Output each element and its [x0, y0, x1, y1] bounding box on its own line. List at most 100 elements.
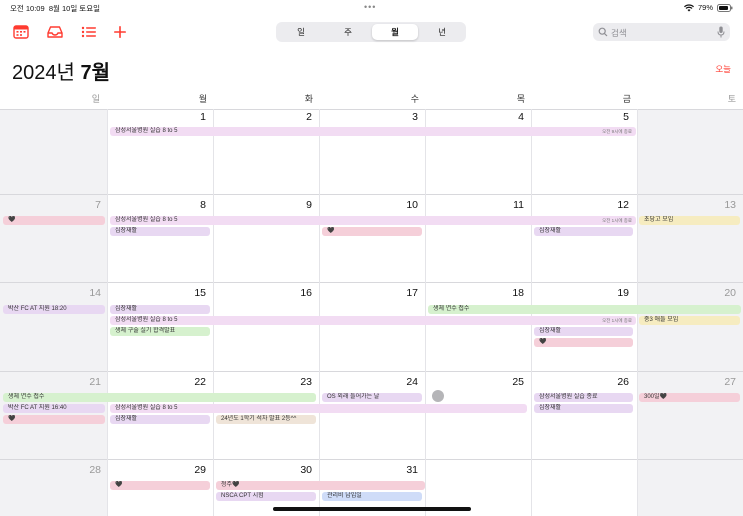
- day-number[interactable]: 20: [696, 287, 736, 299]
- event-cardiac-rehab[interactable]: 심장재활: [110, 305, 210, 314]
- event-hospital-practice[interactable]: 삼성서울병원 실습 8 to 5 오전 9시에 종료: [110, 127, 636, 136]
- day-number[interactable]: 13: [696, 199, 736, 211]
- inbox-icon[interactable]: [46, 24, 64, 40]
- event-training-registration[interactable]: 생체 연수 접수: [3, 393, 316, 402]
- day-number[interactable]: 27: [696, 376, 736, 388]
- event-cardiac-rehab[interactable]: 심장재활: [534, 327, 633, 336]
- event-heart[interactable]: 🖤: [322, 227, 422, 236]
- event-title: 삼성서울병원 실습 8 to 5: [115, 217, 178, 223]
- day-number[interactable]: 12: [589, 199, 629, 211]
- weekday-wed: 수: [410, 94, 419, 104]
- day-number[interactable]: 26: [589, 376, 629, 388]
- day-number[interactable]: 4: [484, 111, 524, 123]
- day-number[interactable]: 21: [61, 376, 101, 388]
- day-number[interactable]: 14: [61, 287, 101, 299]
- event-cheongju-trip[interactable]: 청주🖤: [216, 481, 425, 490]
- grid-line: [213, 109, 214, 516]
- status-time: 오전 10:09 8월 10일 토요일: [10, 3, 100, 14]
- date-text: 8월 10일 토요일: [48, 4, 101, 13]
- segment-year[interactable]: 년: [419, 24, 465, 40]
- event-cardiac-rehab[interactable]: 심장재활: [110, 227, 210, 236]
- calendar-icon[interactable]: [12, 24, 30, 40]
- day-number[interactable]: 11: [484, 199, 524, 211]
- battery-percent: 79%: [697, 3, 713, 12]
- day-number[interactable]: 5: [589, 111, 629, 123]
- event-fc-support[interactable]: 박산 FC AT 지원 18:20: [3, 305, 105, 314]
- event-heart[interactable]: 🖤: [534, 338, 633, 347]
- add-icon[interactable]: [111, 24, 129, 40]
- multitask-dots-icon[interactable]: •••: [364, 3, 376, 12]
- event-end-time: 오전 1시에 종료: [602, 318, 632, 323]
- grid-line: [319, 109, 320, 516]
- day-number[interactable]: 30: [272, 464, 312, 476]
- event-cardiac-rehab[interactable]: 심장재활: [534, 404, 633, 413]
- day-number[interactable]: 1: [166, 111, 206, 123]
- event-middle-school-meetup[interactable]: 중3 애들 모임: [639, 316, 740, 325]
- day-number[interactable]: 2: [272, 111, 312, 123]
- event-os-outpatient[interactable]: OS 외래 들어가는 날: [322, 393, 422, 402]
- grid-line: [0, 109, 743, 110]
- event-heart[interactable]: 🖤: [3, 216, 105, 225]
- grid-line: [425, 109, 426, 516]
- event-rank-announcement[interactable]: 24년도 1학기 석차 발표 2등^^: [216, 415, 316, 424]
- event-title: 삼성서울병원 실습 8 to 5: [115, 317, 178, 323]
- day-number[interactable]: 10: [378, 199, 418, 211]
- event-end-time: 오전 9시에 종료: [602, 129, 632, 134]
- day-number[interactable]: 25: [484, 376, 524, 388]
- day-number[interactable]: 18: [484, 287, 524, 299]
- event-nsca-exam[interactable]: NSCA CPT 시험: [216, 492, 316, 501]
- day-number[interactable]: 7: [61, 199, 101, 211]
- battery-icon: [717, 3, 733, 12]
- weekday-thu: 목: [516, 94, 525, 104]
- segment-day[interactable]: 일: [278, 24, 324, 40]
- microphone-icon[interactable]: [717, 26, 725, 38]
- today-button[interactable]: 오늘: [715, 63, 731, 75]
- day-number[interactable]: 17: [378, 287, 418, 299]
- view-segmented-control: 일 주 월 년: [276, 22, 466, 42]
- title-month: 7월: [80, 62, 110, 84]
- day-number[interactable]: 24: [378, 376, 418, 388]
- event-heart[interactable]: 🖤: [3, 415, 105, 424]
- event-300-days[interactable]: 300일🖤: [639, 393, 740, 402]
- search-icon: [598, 27, 608, 37]
- event-training-registration[interactable]: 생체 연수 접수: [428, 305, 741, 314]
- event-hospital-practice[interactable]: 삼성서울병원 실습 8 to 5 오전 1시에 종료: [110, 216, 636, 225]
- home-indicator[interactable]: [273, 507, 471, 511]
- event-cardiac-rehab[interactable]: 심장재활: [110, 415, 210, 424]
- event-maintenance-fee[interactable]: 관리비 납입일: [322, 492, 422, 501]
- day-number[interactable]: 29: [166, 464, 206, 476]
- weekday-mon: 월: [198, 94, 207, 104]
- day-number[interactable]: 31: [378, 464, 418, 476]
- event-school-meetup[interactable]: 초당고 모임: [639, 216, 740, 225]
- segment-week[interactable]: 주: [325, 24, 371, 40]
- weekday-fri: 금: [622, 94, 631, 104]
- event-heart[interactable]: 🖤: [110, 481, 210, 490]
- event-cardiac-rehab[interactable]: 심장재활: [534, 227, 633, 236]
- title-year: 2024년: [12, 62, 75, 84]
- day-number[interactable]: 9: [272, 199, 312, 211]
- event-hospital-practice[interactable]: 삼성서울병원 실습 8 to 5: [110, 404, 527, 413]
- day-number[interactable]: 16: [272, 287, 312, 299]
- day-number[interactable]: 19: [589, 287, 629, 299]
- event-fc-support[interactable]: 박산 FC AT 지원 16:40: [3, 404, 105, 413]
- event-practice-end[interactable]: 삼성서울병원 실습 종료: [534, 393, 633, 402]
- segment-month[interactable]: 월: [372, 24, 418, 40]
- event-hospital-practice[interactable]: 삼성서울병원 실습 8 to 5 오전 1시에 종료: [110, 316, 636, 325]
- list-icon[interactable]: [80, 24, 98, 40]
- search-placeholder: 검색: [611, 28, 627, 38]
- event-title: 삼성서울병원 실습 8 to 5: [115, 128, 178, 134]
- grid-line: [0, 282, 743, 283]
- grid-line: [0, 459, 743, 460]
- day-number[interactable]: 3: [378, 111, 418, 123]
- event-exam-result[interactable]: 생체 구술 실기 합격발표: [110, 327, 210, 336]
- day-number[interactable]: 15: [166, 287, 206, 299]
- weekday-tue: 화: [304, 94, 313, 104]
- weekday-sat: 토: [727, 94, 736, 104]
- page-title: 2024년 7월: [12, 56, 110, 85]
- search-input[interactable]: 검색: [593, 23, 730, 41]
- wifi-icon: [683, 3, 694, 11]
- day-number[interactable]: 8: [166, 199, 206, 211]
- day-number[interactable]: 23: [272, 376, 312, 388]
- day-number[interactable]: 22: [166, 376, 206, 388]
- day-number[interactable]: 28: [61, 464, 101, 476]
